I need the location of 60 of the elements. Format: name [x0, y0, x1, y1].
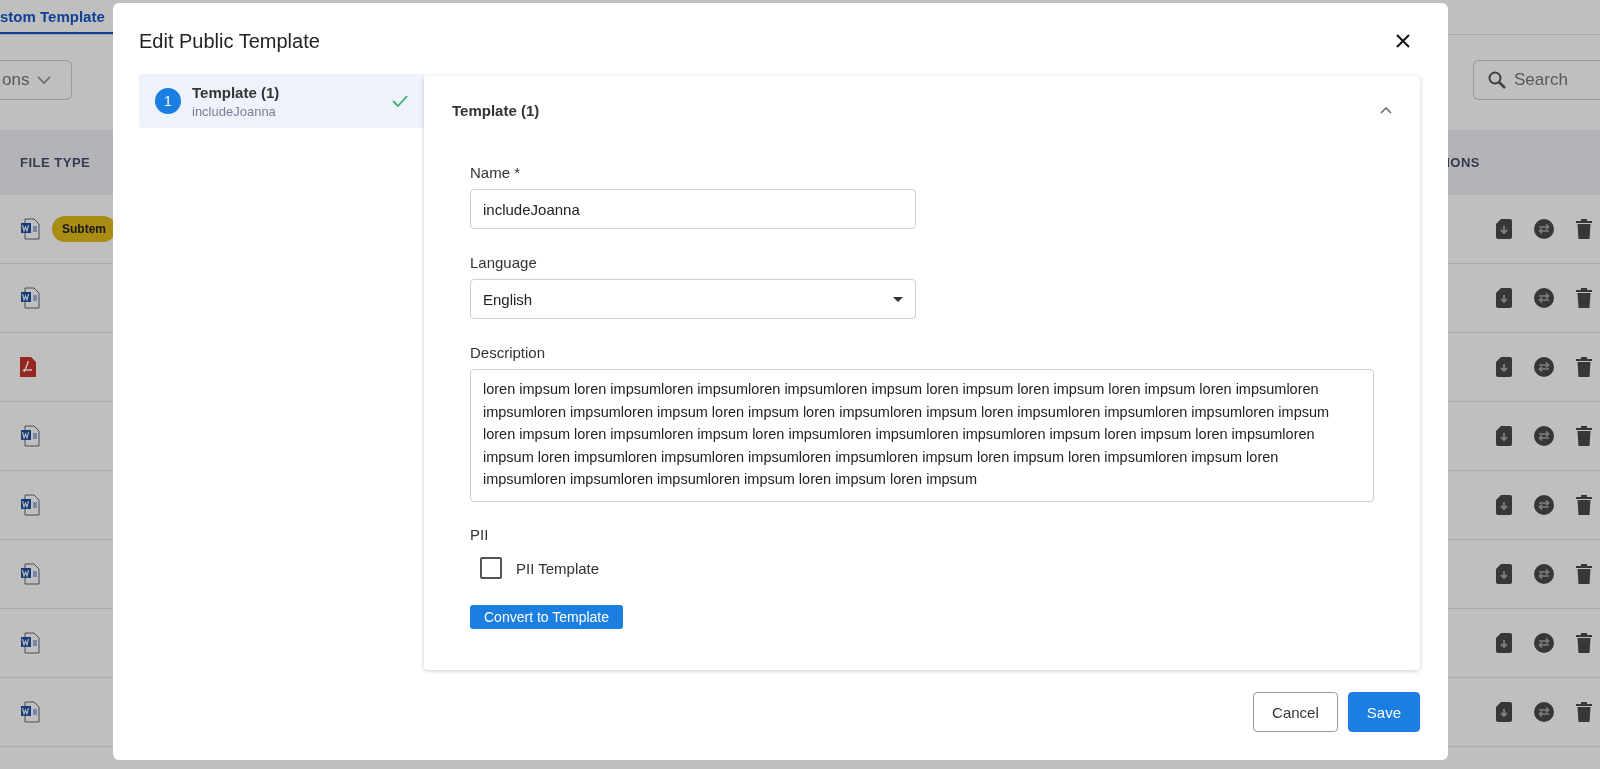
swap-circle-icon[interactable] [1534, 495, 1554, 515]
search-field[interactable]: Search [1473, 59, 1600, 100]
file-download-icon[interactable] [1496, 288, 1512, 308]
swap-circle-icon[interactable] [1534, 426, 1554, 446]
word-document-icon [20, 425, 40, 447]
chevron-down-icon [37, 75, 52, 84]
language-select[interactable]: English [470, 279, 916, 319]
step-item[interactable]: 1 Template (1) includeJoanna [139, 74, 424, 128]
name-field[interactable]: includeJoanna [470, 189, 916, 229]
trash-icon[interactable] [1576, 564, 1592, 584]
trash-icon[interactable] [1576, 633, 1592, 653]
column-header: FILE TYPE [20, 155, 91, 170]
dropdown-caret-icon [893, 296, 903, 302]
field-label: Language [470, 254, 538, 271]
swap-circle-icon[interactable] [1534, 702, 1554, 722]
trash-icon[interactable] [1576, 426, 1592, 446]
trash-icon[interactable] [1576, 219, 1592, 239]
swap-circle-icon[interactable] [1534, 219, 1554, 239]
pdf-document-icon [20, 357, 36, 377]
step-number: 1 [155, 88, 181, 114]
dialog-title: Edit Public Template [139, 29, 320, 53]
word-document-icon [20, 494, 40, 516]
field-label: Name * [470, 164, 522, 181]
word-document-icon [20, 287, 40, 309]
close-button[interactable] [1394, 32, 1412, 50]
swap-circle-icon[interactable] [1534, 288, 1554, 308]
close-icon [1396, 34, 1410, 48]
file-download-icon[interactable] [1496, 564, 1512, 584]
field-label: PII [470, 526, 490, 543]
pii-checkbox[interactable] [480, 557, 502, 579]
word-document-icon [20, 563, 40, 585]
word-document-icon [20, 632, 40, 654]
field-label: Description [470, 344, 547, 361]
trash-icon[interactable] [1576, 288, 1592, 308]
save-button[interactable]: Save [1347, 692, 1420, 732]
file-download-icon[interactable] [1496, 702, 1512, 722]
section-title: Template (1) [452, 101, 540, 119]
filter-dropdown[interactable]: ons [0, 59, 72, 100]
swap-circle-icon[interactable] [1534, 564, 1554, 584]
description-field[interactable]: loren impsum loren impsumloren impsumloren impsumloren impsum loren impsum loren impsum loren impsum loren impsumloren impsumloren impsumloren impsum loren impsum loren impsumloren impsum loren impsumloren impsumloren impsumloren impsum loren impsum loren impsumloren impsum loren impsumloren impsumloren impsumloren impsum loren impsum loren impsumloren impsum loren impsumloren impsumloren impsumloren impsumloren impsum loren impsum loren impsumloren impsum loren impsumloren impsumloren impsumloren impsum loren impsum loren impsum [470, 369, 1374, 502]
word-document-icon [20, 218, 40, 240]
trash-icon[interactable] [1576, 702, 1592, 722]
file-download-icon[interactable] [1496, 219, 1512, 239]
trash-icon[interactable] [1576, 357, 1592, 377]
step-subtitle: includeJoanna [192, 103, 277, 119]
file-download-icon[interactable] [1496, 633, 1512, 653]
step-title: Template (1) [192, 83, 281, 101]
file-download-icon[interactable] [1496, 426, 1512, 446]
file-download-icon[interactable] [1496, 495, 1512, 515]
file-download-icon[interactable] [1496, 357, 1512, 377]
checkbox-label: PII Template [516, 559, 600, 577]
chevron-up-icon[interactable] [1380, 106, 1392, 114]
cancel-button[interactable]: Cancel [1253, 692, 1338, 732]
convert-button[interactable]: Convert to Template [470, 605, 624, 629]
search-icon [1488, 70, 1506, 89]
trash-icon[interactable] [1576, 495, 1592, 515]
word-document-icon [20, 701, 40, 723]
swap-circle-icon[interactable] [1534, 357, 1554, 377]
swap-circle-icon[interactable] [1534, 633, 1554, 653]
subtemplate-badge: Subtem [52, 216, 116, 242]
